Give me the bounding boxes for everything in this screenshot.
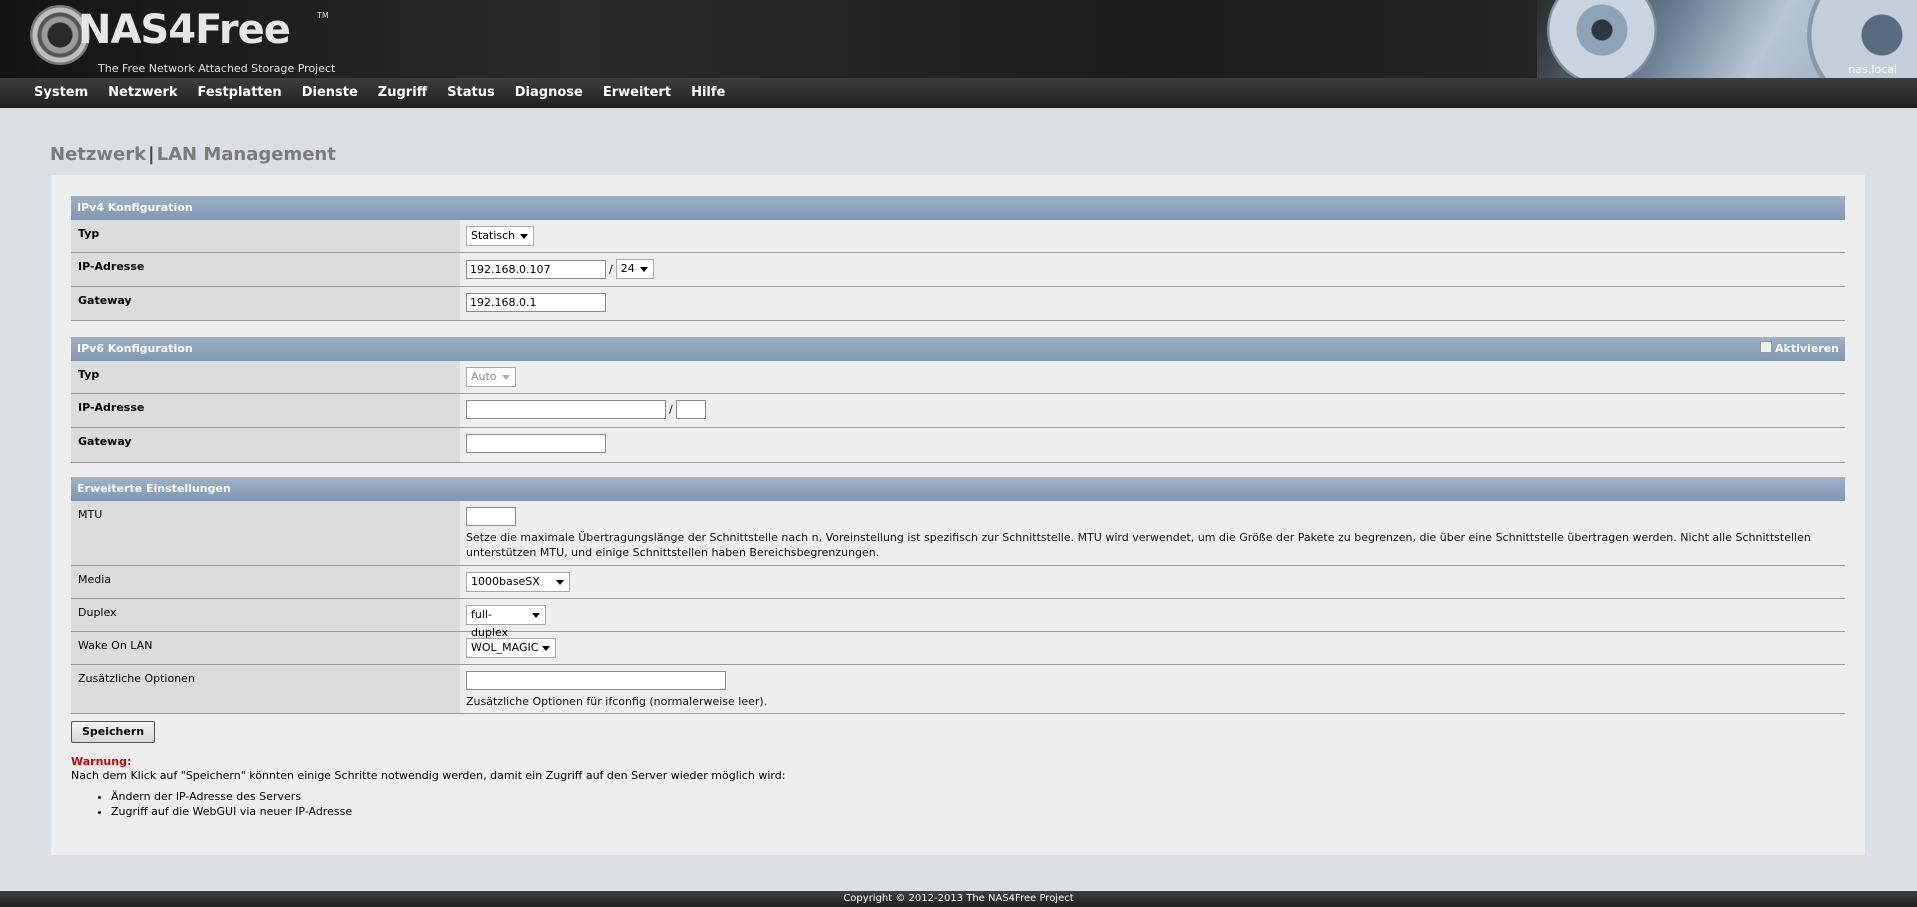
logo[interactable]: NAS4Free TM The Free Network Attached St… [30, 5, 335, 75]
nav-item-netzwerk[interactable]: Netzwerk [98, 78, 187, 108]
wol-select[interactable]: WOL_MAGIC [466, 638, 556, 658]
ipv6-type-row: Typ Auto [71, 361, 1845, 394]
nav-item-hilfe[interactable]: Hilfe [681, 78, 735, 108]
field-label: IP-Adresse [71, 253, 460, 286]
tagline: The Free Network Attached Storage Projec… [98, 62, 336, 75]
nav-item-festplatten[interactable]: Festplatten [188, 78, 292, 108]
warning-list: Ändern der IP-Adresse des Servers Zugrif… [91, 789, 352, 819]
section-heading: IPv4 Konfiguration [71, 196, 1845, 220]
field-label: Wake On LAN [71, 632, 460, 664]
field-label: Media [71, 566, 460, 598]
field-label: Zusätzliche Optionen [71, 665, 460, 713]
brand-name: NAS4Free [78, 7, 291, 53]
ipv4-address-row: IP-Adresse 192.168.0.107/24 [71, 253, 1845, 287]
section-heading-text: IPv6 Konfiguration [77, 342, 193, 355]
ipv6-gateway-input[interactable] [466, 434, 606, 453]
field-label: Duplex [71, 599, 460, 631]
ipv4-mask-select[interactable]: 24 [615, 259, 654, 279]
field-label: IP-Adresse [71, 394, 460, 427]
nav-item-status[interactable]: Status [437, 78, 505, 108]
main-nav: System Netzwerk Festplatten Dienste Zugr… [0, 78, 1917, 108]
mtu-row: MTU Setze die maximale Übertragungslänge… [71, 501, 1845, 566]
media-select[interactable]: 1000baseSX [466, 572, 570, 592]
nav-item-zugriff[interactable]: Zugriff [368, 78, 437, 108]
header: NAS4Free TM The Free Network Attached St… [0, 0, 1917, 78]
footer: Copyright © 2012-2013 The NAS4Free Proje… [0, 891, 1917, 907]
hostname: nas.local [1848, 63, 1897, 76]
options-description: Zusätzliche Optionen für ifconfig (norma… [466, 695, 768, 708]
media-row: Media 1000baseSX [71, 566, 1845, 599]
warning-title: Warnung: [71, 755, 132, 768]
field-label: Gateway [71, 287, 460, 320]
duplex-select[interactable]: full-duplex [466, 605, 546, 639]
options-input[interactable] [466, 671, 726, 690]
warning-text: Nach dem Klick auf "Speichern" könnten e… [71, 769, 786, 782]
section-heading: IPv6 Konfiguration Aktivieren [71, 337, 1845, 361]
list-item: Ändern der IP-Adresse des Servers [111, 789, 352, 804]
title-separator: | [148, 144, 155, 165]
field-label: MTU [71, 501, 460, 565]
content-panel: IPv4 Konfiguration Typ Statisch IP-Adres… [51, 175, 1865, 855]
ipv6-address-input[interactable] [466, 400, 666, 419]
list-item: Zugriff auf die WebGUI via neuer IP-Adre… [111, 804, 352, 819]
field-label: Typ [71, 361, 460, 393]
trademark: TM [317, 11, 329, 20]
ipv4-address-input[interactable]: 192.168.0.107 [466, 259, 606, 279]
advanced-section: Erweiterte Einstellungen MTU Setze die m… [71, 477, 1845, 714]
ipv4-gateway-row: Gateway 192.168.0.1 [71, 287, 1845, 321]
ipv4-section: IPv4 Konfiguration Typ Statisch IP-Adres… [71, 196, 1845, 321]
ipv6-address-row: IP-Adresse / [71, 394, 1845, 428]
ipv4-type-select[interactable]: Statisch [466, 226, 535, 246]
options-row: Zusätzliche Optionen Zusätzliche Optione… [71, 665, 1845, 714]
field-label: Gateway [71, 428, 460, 462]
nav-item-erweitert[interactable]: Erweitert [593, 78, 681, 108]
save-button[interactable]: Speichern [71, 721, 156, 743]
page-title: Netzwerk | LAN Management [50, 144, 336, 165]
activate-label: Aktivieren [1775, 342, 1839, 355]
ipv4-gateway-input[interactable]: 192.168.0.1 [466, 293, 606, 312]
ipv6-type-select[interactable]: Auto [466, 367, 516, 387]
section-heading: Erweiterte Einstellungen [71, 477, 1845, 501]
field-label: Typ [71, 220, 460, 252]
platter-graphic [1547, 0, 1657, 78]
nav-item-system[interactable]: System [24, 78, 98, 108]
title-section[interactable]: Netzwerk [50, 144, 146, 165]
ipv6-prefix-input[interactable] [675, 400, 706, 419]
slash: / [669, 403, 673, 416]
nav-item-diagnose[interactable]: Diagnose [505, 78, 593, 108]
wol-row: Wake On LAN WOL_MAGIC [71, 632, 1845, 665]
ipv6-activate-toggle[interactable]: Aktivieren [1760, 337, 1839, 361]
mtu-input[interactable] [466, 507, 516, 526]
nav-item-dienste[interactable]: Dienste [292, 78, 368, 108]
mtu-description: Setze die maximale Übertragungslänge der… [466, 531, 1811, 559]
slash: / [609, 262, 613, 276]
ipv4-type-row: Typ Statisch [71, 220, 1845, 253]
ipv6-section: IPv6 Konfiguration Aktivieren Typ Auto I… [71, 337, 1845, 463]
title-page: LAN Management [156, 144, 336, 165]
checkbox-icon[interactable] [1760, 341, 1773, 353]
duplex-row: Duplex full-duplex [71, 599, 1845, 639]
ipv6-gateway-row: Gateway [71, 428, 1845, 463]
